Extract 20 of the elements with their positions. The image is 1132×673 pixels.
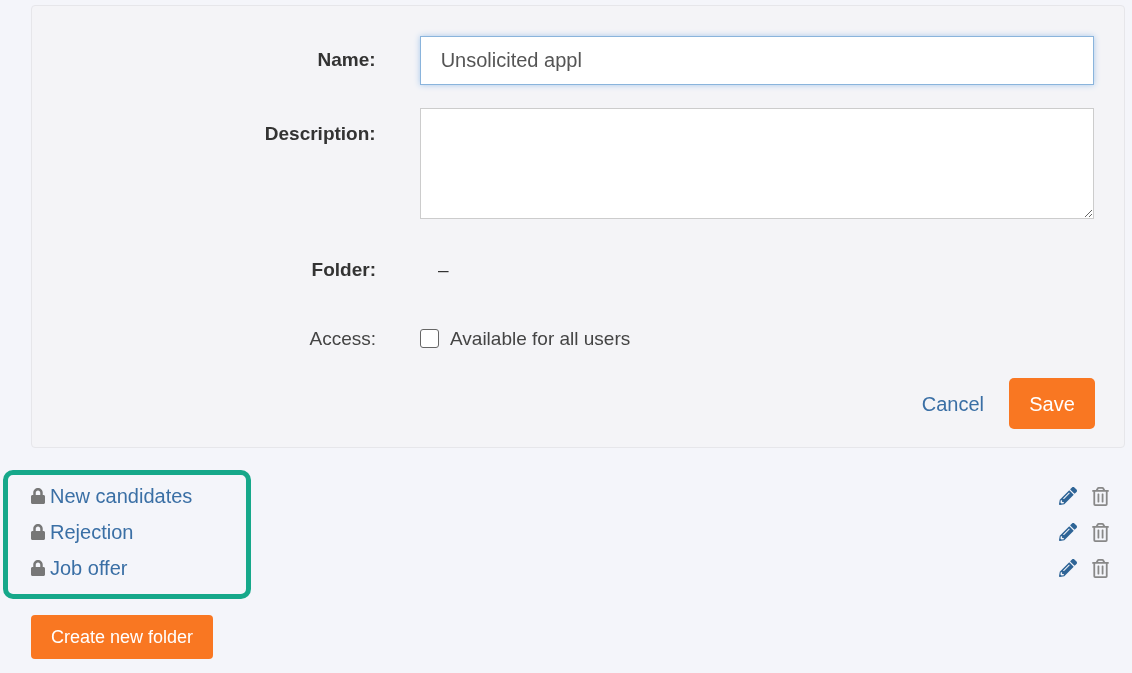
trash-icon[interactable]: [1092, 558, 1109, 578]
checkbox[interactable]: [420, 329, 439, 349]
save-button[interactable]: Save: [1009, 378, 1095, 429]
trash-icon[interactable]: [1092, 522, 1109, 542]
access-label: Access:: [308, 326, 376, 351]
folder-value: –: [438, 258, 449, 282]
trash-icon[interactable]: [1092, 486, 1109, 506]
cancel-link[interactable]: Cancel: [921, 388, 984, 419]
folder-link[interactable]: New candidates: [50, 481, 193, 511]
pencil-icon[interactable]: [1059, 559, 1077, 577]
folder-label: Folder:: [310, 258, 376, 282]
folder-link[interactable]: Job offer: [50, 553, 128, 583]
pencil-icon[interactable]: [1059, 523, 1077, 541]
description-label: Description:: [263, 122, 376, 146]
folder-link[interactable]: Rejection: [50, 517, 134, 547]
create-folder-button[interactable]: Create new folder: [31, 615, 213, 659]
name-input[interactable]: Unsolicited appl: [419, 36, 1094, 85]
access-option-label: Available for all users: [450, 326, 631, 351]
name-label: Name:: [316, 48, 376, 73]
pencil-icon[interactable]: [1059, 487, 1077, 505]
